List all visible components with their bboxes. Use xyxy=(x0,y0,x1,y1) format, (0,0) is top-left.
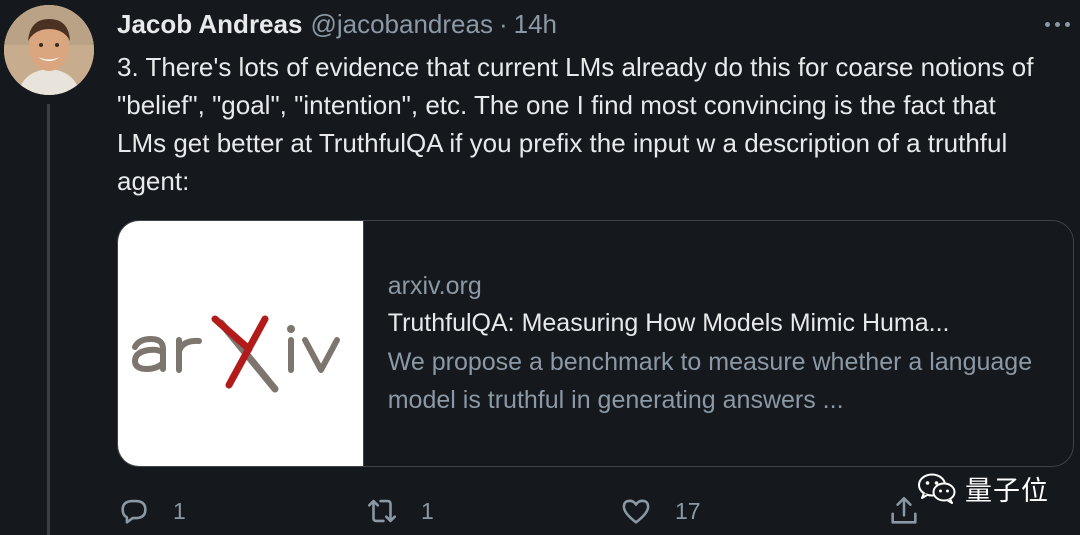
like-button[interactable]: 17 xyxy=(619,491,701,531)
tweet[interactable]: Jacob Andreas @jacobandreas · 14h 3. The… xyxy=(0,0,1080,535)
timestamp[interactable]: 14h xyxy=(514,6,557,42)
retweet-icon xyxy=(367,499,397,523)
reply-icon xyxy=(121,499,147,524)
tweet-header: Jacob Andreas @jacobandreas · 14h xyxy=(117,6,557,42)
heart-icon xyxy=(622,499,650,524)
card-domain: arxiv.org xyxy=(387,272,482,300)
separator: · xyxy=(498,9,508,39)
card-title: TruthfulQA: Measuring How Models Mimic H… xyxy=(387,309,950,337)
card-thumbnail xyxy=(118,221,364,466)
watermark-text: 量子位 xyxy=(965,475,1049,507)
more-icon[interactable] xyxy=(1041,12,1073,36)
reply-button[interactable]: 1 xyxy=(117,491,186,531)
like-count: 17 xyxy=(675,497,701,524)
wechat-icon xyxy=(918,473,956,504)
watermark: 量子位 xyxy=(917,468,1049,508)
thread-line xyxy=(47,104,50,535)
arxiv-logo xyxy=(132,315,341,392)
card-description: We propose a benchmark to measure whethe… xyxy=(387,348,1033,414)
action-bar: 1 1 17 xyxy=(117,491,917,531)
tweet-text: 3. There's lots of evidence that current… xyxy=(117,52,1034,196)
share-icon xyxy=(891,496,917,524)
share-button[interactable] xyxy=(887,491,921,531)
avatar-image xyxy=(4,5,94,95)
link-card[interactable]: arxiv.org TruthfulQA: Measuring How Mode… xyxy=(117,220,1074,467)
retweet-button[interactable]: 1 xyxy=(365,491,434,531)
retweet-count: 1 xyxy=(421,497,434,524)
author-handle[interactable]: @jacobandreas xyxy=(310,6,493,42)
reply-count: 1 xyxy=(173,497,186,524)
avatar[interactable] xyxy=(4,5,94,95)
author-name[interactable]: Jacob Andreas xyxy=(117,6,302,42)
card-info: arxiv.org TruthfulQA: Measuring How Mode… xyxy=(364,221,1073,466)
